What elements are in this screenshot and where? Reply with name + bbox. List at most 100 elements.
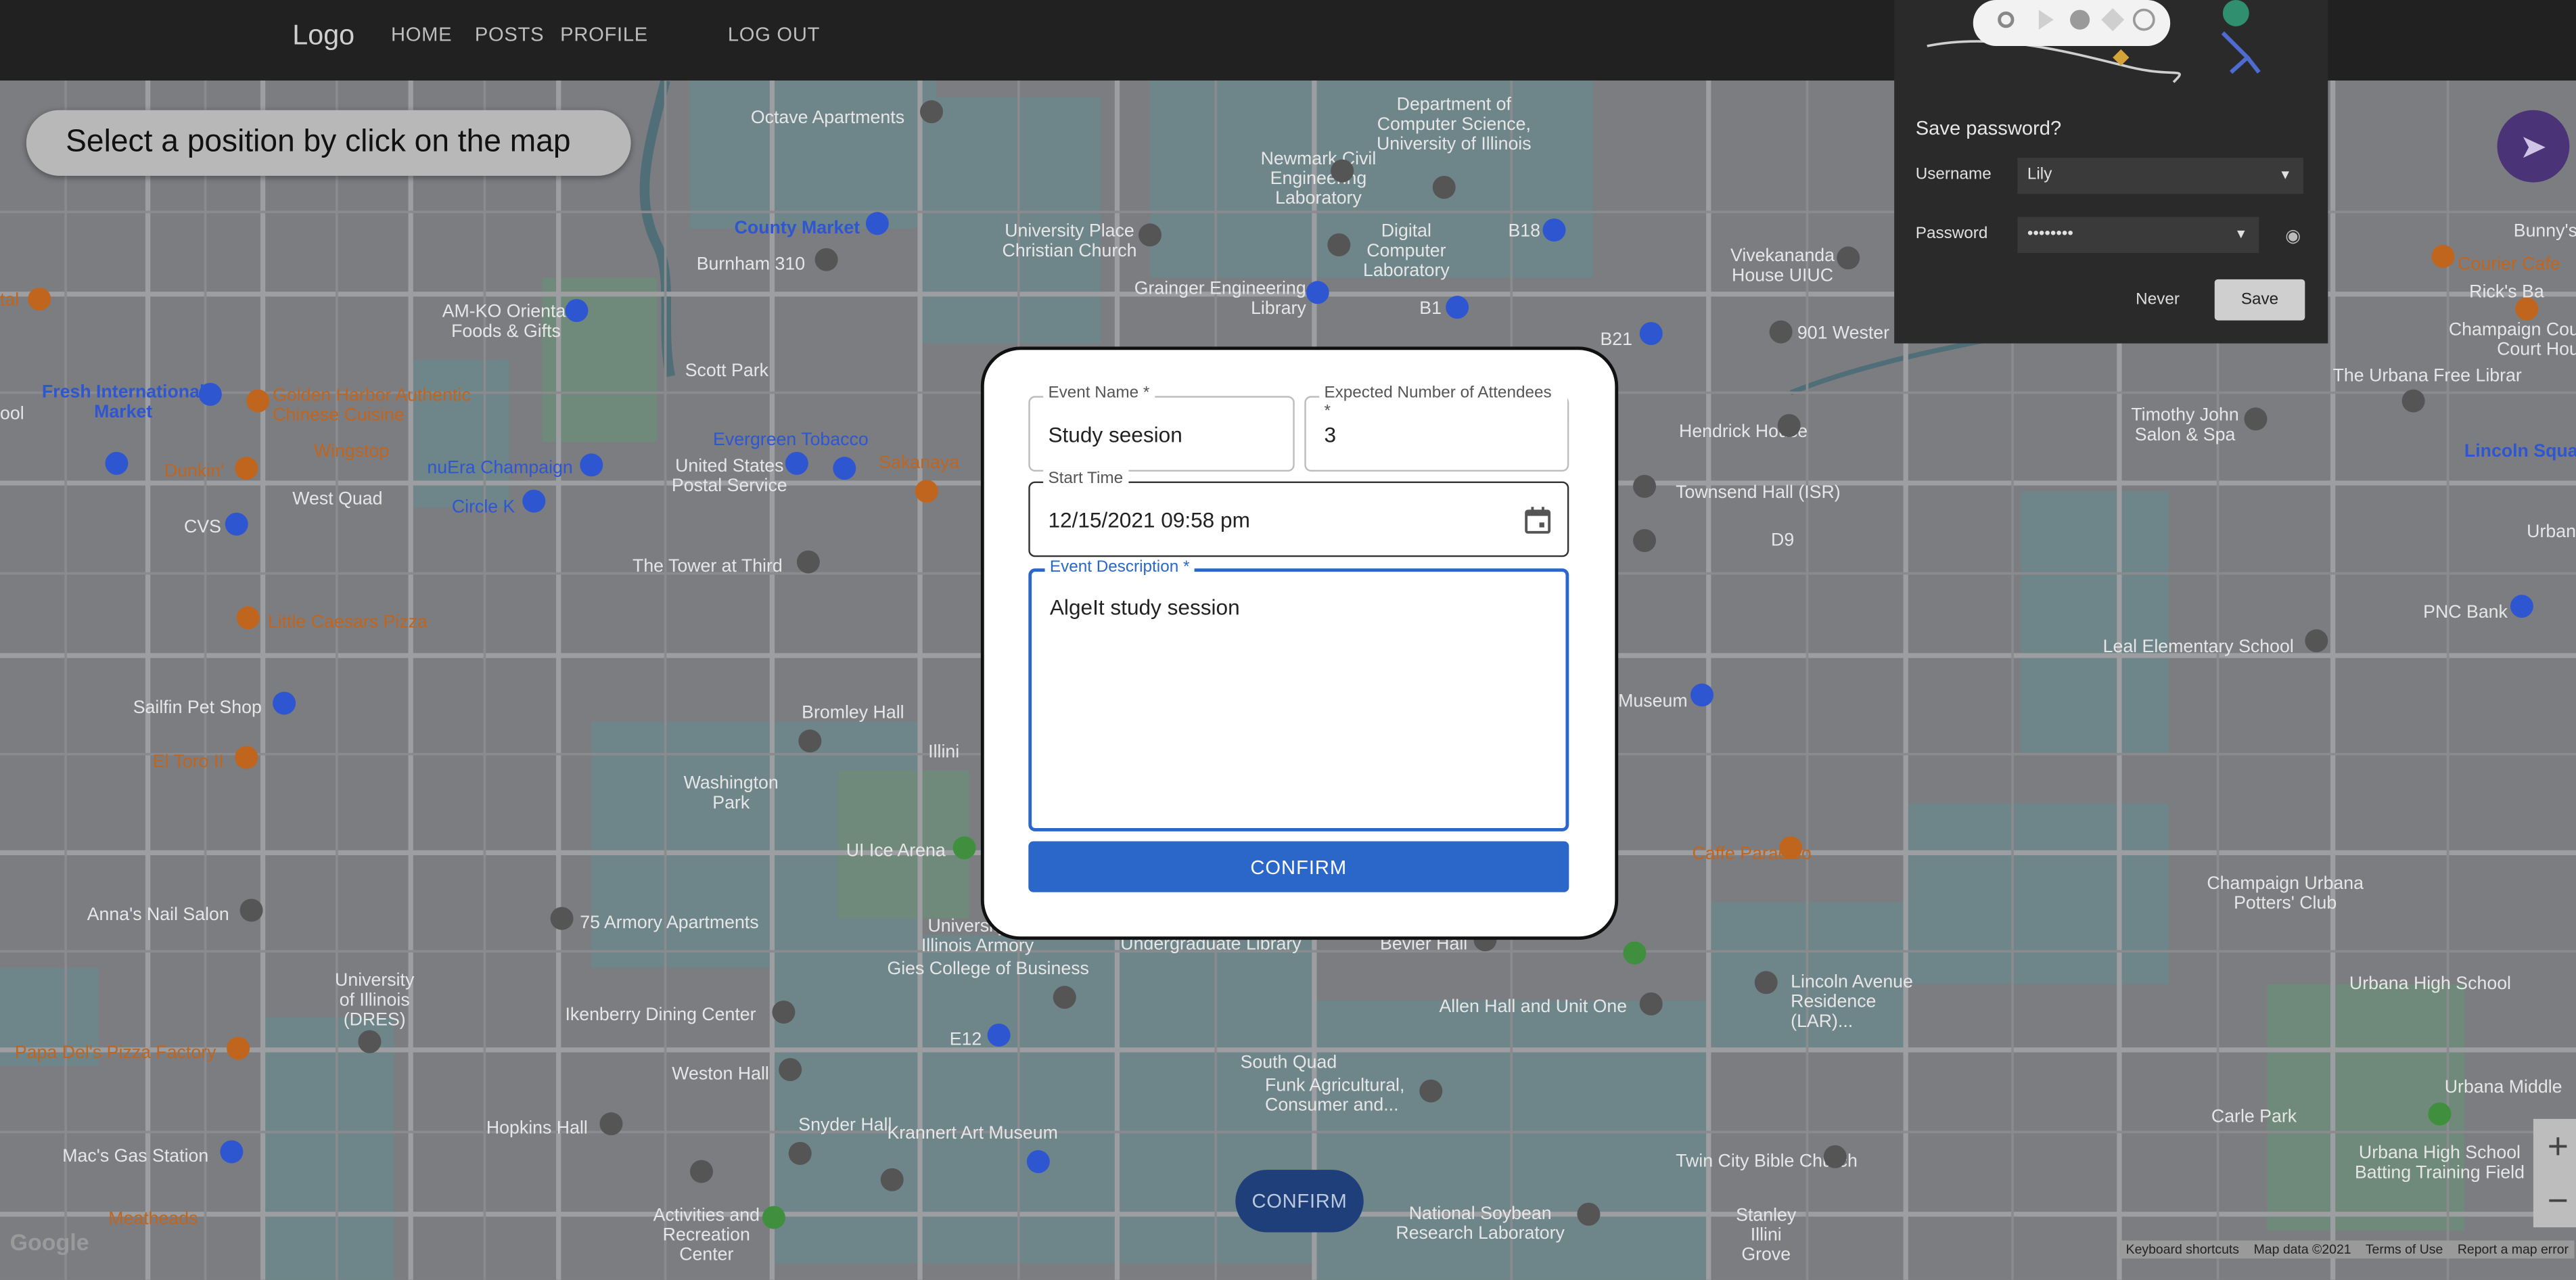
map-pin-icon[interactable] bbox=[2510, 595, 2533, 618]
poi-label[interactable]: South Quad bbox=[1241, 1053, 1337, 1073]
poi-label[interactable]: Weston Hall bbox=[672, 1065, 769, 1084]
map-pin-icon[interactable] bbox=[220, 1140, 244, 1164]
poi-label[interactable]: PNC Bank bbox=[2423, 603, 2508, 622]
poi-label[interactable]: Golden Harbor Authentic Chinese Cuisine bbox=[273, 386, 503, 426]
map-pin-icon[interactable] bbox=[1639, 322, 1663, 346]
map-pin-icon[interactable] bbox=[814, 248, 838, 271]
event-name-field[interactable]: Event Name * Study seesion bbox=[1028, 384, 1295, 472]
poi-label[interactable]: Undergraduate Library bbox=[1120, 935, 1301, 955]
map-pin-icon[interactable] bbox=[28, 288, 51, 311]
map-pin-icon[interactable] bbox=[235, 457, 258, 480]
password-select[interactable]: •••••••• ▼ bbox=[2017, 216, 2259, 254]
poi-label[interactable]: Little Caesars Pizza bbox=[268, 613, 428, 633]
map-pin-icon[interactable] bbox=[2401, 389, 2425, 413]
poi-label[interactable]: Sailfin Pet Shop bbox=[133, 698, 262, 718]
poi-label[interactable]: nuEra Champaign bbox=[427, 459, 572, 478]
poi-label[interactable]: Funk Agricultural, Consumer and... bbox=[1265, 1076, 1413, 1116]
map-pin-icon[interactable] bbox=[779, 1058, 802, 1082]
map-pin-icon[interactable] bbox=[2431, 244, 2455, 268]
map-pin-icon[interactable] bbox=[785, 451, 808, 475]
zoom-in-button[interactable]: + bbox=[2533, 1119, 2576, 1173]
poi-label[interactable]: The Urbana Free Librar bbox=[2333, 367, 2522, 386]
report-link[interactable]: Report a map error bbox=[2458, 1242, 2569, 1257]
logo[interactable]: Logo bbox=[292, 20, 354, 53]
map-pin-icon[interactable] bbox=[2244, 407, 2268, 431]
map-pin-icon[interactable] bbox=[246, 389, 270, 413]
poi-label[interactable]: 75 Armory Apartments bbox=[580, 913, 758, 933]
map-pin-icon[interactable] bbox=[522, 489, 546, 513]
map-pin-icon[interactable] bbox=[952, 836, 976, 860]
poi-label[interactable]: Hopkins Hall bbox=[486, 1119, 588, 1139]
poi-label[interactable]: Vivekananda House UIUC bbox=[1709, 246, 1857, 285]
poi-label[interactable]: Octave Apartments bbox=[751, 108, 904, 128]
poi-label[interactable]: Townsend Hall (ISR) bbox=[1676, 483, 1841, 503]
map-pin-icon[interactable] bbox=[1306, 281, 1329, 304]
map-pin-icon[interactable] bbox=[1327, 233, 1351, 256]
nav-profile[interactable]: PROFILE bbox=[560, 23, 648, 46]
attendees-field[interactable]: Expected Number of Attendees * 3 bbox=[1304, 384, 1569, 472]
poi-label[interactable]: 901 Wester bbox=[1797, 323, 1889, 343]
poi-label[interactable]: AM-KO Oriental Foods & Gifts bbox=[432, 302, 580, 342]
poi-label[interactable]: Papa Del's Pizza Factory bbox=[15, 1043, 216, 1063]
map-pin-icon[interactable] bbox=[1823, 1145, 1847, 1168]
poi-label[interactable]: Anna's Nail Salon bbox=[87, 905, 229, 925]
map-pin-icon[interactable] bbox=[239, 898, 263, 922]
map-pin-icon[interactable] bbox=[1331, 159, 1354, 183]
poi-label[interactable]: West Quad bbox=[292, 490, 382, 509]
never-button[interactable]: Never bbox=[2136, 291, 2180, 309]
poi-label[interactable]: University of Illinois (DRES) bbox=[325, 971, 424, 1030]
poi-label[interactable]: Mac's Gas Station bbox=[62, 1147, 208, 1166]
poi-label[interactable]: Krannert Art Museum bbox=[887, 1124, 1057, 1143]
poi-label[interactable]: Urbana High School Batting Training Fiel… bbox=[2349, 1143, 2530, 1183]
map-pin-icon[interactable] bbox=[1542, 219, 1566, 242]
map-pin-icon[interactable] bbox=[580, 453, 603, 477]
map-pin-icon[interactable] bbox=[833, 457, 856, 480]
map-pin-icon[interactable] bbox=[1777, 414, 1801, 438]
map-pin-icon[interactable] bbox=[1837, 246, 1860, 270]
poi-label[interactable]: Ikenberry Dining Center bbox=[565, 1005, 756, 1025]
event-description-field[interactable]: Event Description * AlgeIt study session bbox=[1028, 558, 1569, 831]
map-pin-icon[interactable] bbox=[565, 299, 589, 323]
poi-label[interactable]: Champaign Urbana Potters' Club bbox=[2195, 874, 2376, 913]
map-pin-icon[interactable] bbox=[225, 512, 248, 536]
map-pin-icon[interactable] bbox=[1633, 529, 1657, 553]
map-pin-icon[interactable] bbox=[105, 451, 129, 475]
poi-label[interactable]: Urbana Middle bbox=[2445, 1078, 2562, 1097]
map-pin-icon[interactable] bbox=[880, 1168, 904, 1191]
poi-label[interactable]: Champaign Cou Court Hou bbox=[2431, 321, 2576, 360]
map-pin-icon[interactable] bbox=[1446, 296, 1469, 319]
map-pin-icon[interactable] bbox=[2515, 297, 2539, 321]
poi-label[interactable]: Bromley Hall bbox=[802, 703, 904, 723]
start-time-field[interactable]: Start Time 12/15/2021 09:58 pm bbox=[1028, 470, 1569, 557]
poi-label[interactable]: Allen Hall and Unit One bbox=[1439, 997, 1627, 1017]
poi-label[interactable]: Burnham 310 bbox=[697, 254, 805, 274]
poi-label[interactable]: B1 bbox=[1419, 299, 1442, 319]
map-pin-icon[interactable] bbox=[2305, 629, 2328, 653]
poi-label[interactable]: County Market bbox=[735, 219, 860, 238]
map-pin-icon[interactable] bbox=[1138, 223, 1162, 247]
map-pin-icon[interactable] bbox=[788, 1141, 812, 1165]
zoom-out-button[interactable]: − bbox=[2533, 1173, 2576, 1227]
poi-label[interactable]: Wingstop bbox=[314, 442, 389, 461]
poi-label[interactable]: Urban bbox=[2527, 522, 2576, 542]
poi-label[interactable]: National Soybean Research Laboratory bbox=[1390, 1204, 1571, 1243]
poi-label[interactable]: Sakanaya bbox=[879, 453, 959, 473]
map-pin-icon[interactable] bbox=[1623, 941, 1647, 965]
confirm-button[interactable]: CONFIRM bbox=[1028, 841, 1569, 892]
poi-label[interactable]: D9 bbox=[1771, 530, 1794, 550]
poi-label[interactable]: Dunkin' bbox=[164, 461, 224, 481]
map-pin-icon[interactable] bbox=[1053, 986, 1076, 1009]
map-pin-icon[interactable] bbox=[762, 1206, 785, 1229]
poi-label[interactable]: CVS bbox=[184, 518, 221, 537]
poi-label[interactable]: Department of Computer Science, Universi… bbox=[1364, 95, 1544, 154]
map-pin-icon[interactable] bbox=[1690, 683, 1714, 707]
poi-label[interactable]: Bunny's bbox=[2514, 222, 2576, 242]
poi-label[interactable]: Digital Computer Laboratory bbox=[1357, 222, 1456, 281]
poi-label[interactable]: Museum bbox=[1618, 691, 1687, 711]
attendees-value[interactable]: 3 bbox=[1324, 422, 1336, 447]
poi-label[interactable]: Snyder Hall bbox=[798, 1116, 892, 1135]
map-pin-icon[interactable] bbox=[987, 1024, 1011, 1047]
poi-label[interactable]: Scott Park bbox=[685, 361, 768, 381]
map-pin-icon[interactable] bbox=[772, 1001, 796, 1024]
poi-label[interactable]: Bevier Hall bbox=[1380, 935, 1467, 955]
